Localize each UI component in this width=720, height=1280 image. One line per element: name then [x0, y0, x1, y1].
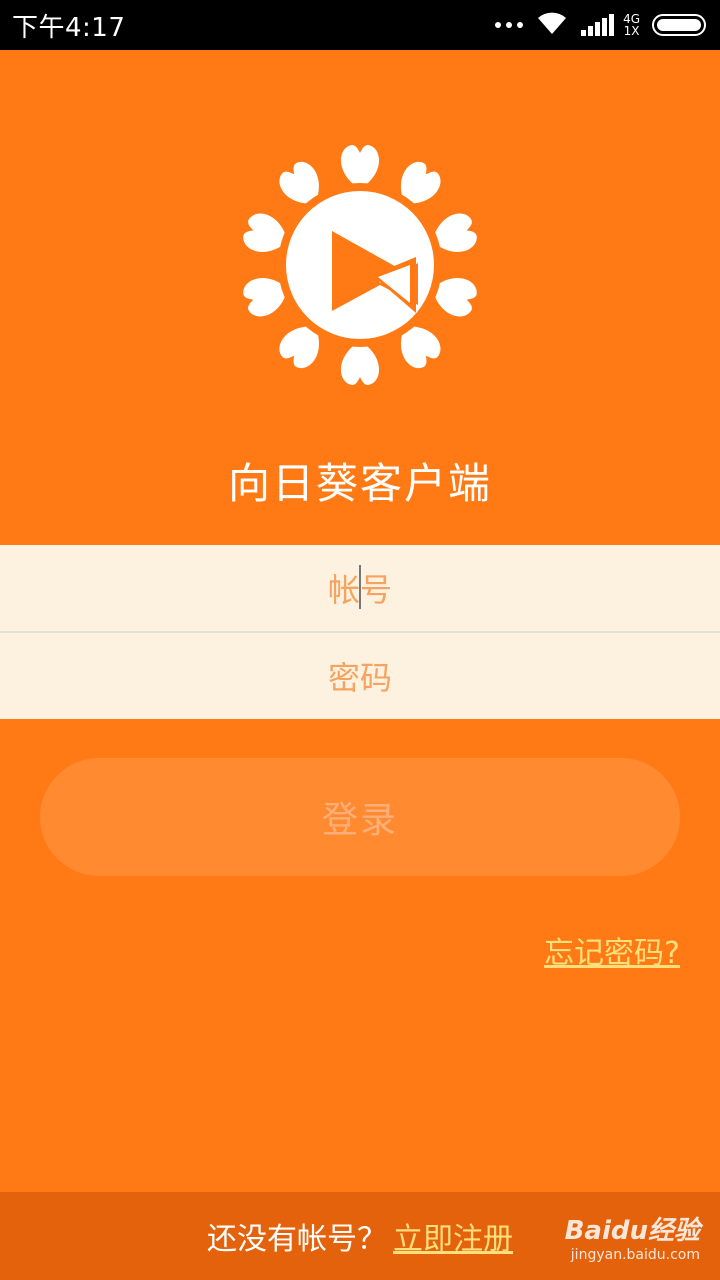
app-title: 向日葵客户端: [227, 459, 492, 508]
more-dots-icon: [495, 22, 524, 28]
forgot-password-link[interactable]: 忘记密码?: [544, 928, 680, 972]
sunflower-play-logo: [240, 145, 480, 385]
watermark-brand: Baidu经验: [564, 1216, 700, 1246]
password-input[interactable]: 密码: [0, 633, 720, 719]
wifi-icon: [535, 10, 569, 40]
account-input[interactable]: 帐号: [0, 545, 720, 631]
register-prompt: 还没有帐号？ 立即注册: [207, 1214, 513, 1258]
battery-icon: [652, 14, 706, 36]
signal-icon: 4G 1X: [581, 13, 640, 37]
petal: [340, 145, 380, 189]
network-type-bottom: 1X: [623, 24, 640, 38]
text-caret: [359, 565, 361, 609]
register-link[interactable]: 立即注册: [393, 1214, 513, 1258]
password-placeholder: 密码: [327, 659, 392, 697]
watermark: Baidu经验 jingyan.baidu.com: [565, 1210, 700, 1263]
status-time: 下午4:17: [12, 12, 126, 43]
network-type: 4G 1X: [623, 13, 640, 37]
status-bar: 下午4:17 4G 1X: [0, 0, 720, 50]
petal: [340, 341, 380, 385]
login-screen: 下午4:17 4G 1X 向日葵客户端 帐号 密码 登录 忘记密码? 还没有帐号…: [0, 0, 720, 1280]
login-form: 帐号 密码: [0, 545, 720, 719]
login-button[interactable]: 登录: [40, 758, 680, 876]
register-prompt-text: 还没有帐号？: [207, 1222, 387, 1257]
status-icons: 4G 1X: [495, 10, 706, 40]
watermark-url: jingyan.baidu.com: [570, 1247, 700, 1263]
